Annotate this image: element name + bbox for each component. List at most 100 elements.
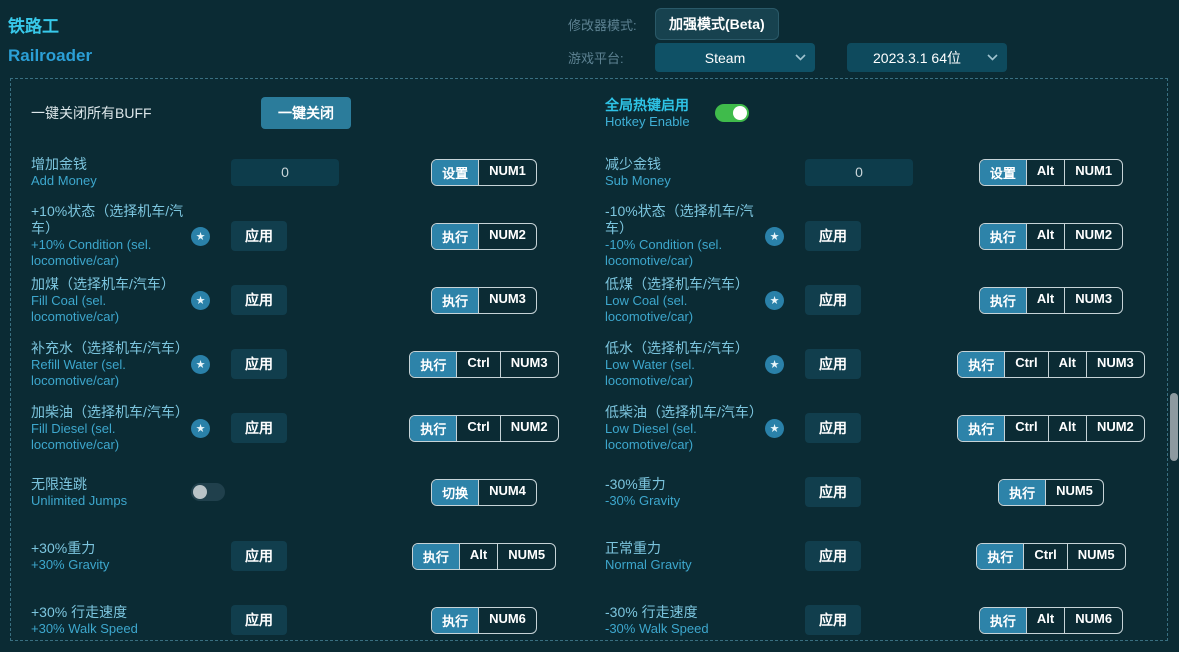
hotkey-key: NUM3 (500, 352, 558, 377)
cheat-grid-row: +30%重力+30% Gravity 应用 执行AltNUM5 正常重力Norm… (11, 524, 1167, 588)
hotkey-badge[interactable]: 执行CtrlNUM2 (409, 415, 558, 442)
cheat-toggle[interactable] (191, 483, 225, 501)
apply-button[interactable]: 应用 (231, 285, 287, 315)
favorite-star-icon[interactable]: ★ (765, 291, 784, 310)
hotkey-key: NUM2 (500, 416, 558, 441)
hotkey-action: 执行 (977, 544, 1023, 569)
hotkey-key: NUM6 (1064, 608, 1122, 633)
hotkey-key: Alt (1026, 608, 1064, 633)
hotkey-badge[interactable]: 执行AltNUM6 (979, 607, 1123, 634)
apply-button[interactable]: 应用 (805, 413, 861, 443)
cheat-row-fill-coal: 加煤（选择机车/汽车）Fill Coal (sel. locomotive/ca… (11, 268, 589, 332)
hotkey-badge[interactable]: 执行CtrlNUM3 (409, 351, 558, 378)
apply-button[interactable]: 应用 (231, 413, 287, 443)
platform-value: Steam (655, 50, 795, 66)
hotkey-badge[interactable]: 执行NUM5 (998, 479, 1104, 506)
hotkey-action: 执行 (980, 288, 1026, 313)
cheat-label-cn: 补充水（选择机车/汽车） (31, 340, 191, 357)
hotkey-action: 执行 (410, 416, 456, 441)
hotkey-key: NUM1 (1064, 160, 1122, 185)
hotkey-badge[interactable]: 执行AltNUM5 (412, 543, 556, 570)
cheat-label-cn: 低水（选择机车/汽车） (605, 340, 765, 357)
apply-button[interactable]: 应用 (805, 349, 861, 379)
hotkey-badge[interactable]: 执行AltNUM3 (979, 287, 1123, 314)
money-input[interactable] (805, 159, 913, 186)
cheat-label-cn: 无限连跳 (31, 476, 191, 493)
cheat-label-en: Normal Gravity (605, 557, 765, 573)
apply-button[interactable]: 应用 (805, 541, 861, 571)
cheat-label-en: -30% Walk Speed (605, 621, 765, 637)
hotkey-action: 执行 (980, 608, 1026, 633)
enhanced-mode-button[interactable]: 加强模式(Beta) (655, 8, 779, 40)
hotkey-badge[interactable]: 执行AltNUM2 (979, 223, 1123, 250)
cheat-row-gravity-down: -30%重力-30% Gravity 应用 执行NUM5 (589, 460, 1167, 524)
hotkey-key: Alt (1026, 224, 1064, 249)
hotkey-key: NUM2 (478, 224, 536, 249)
hotkey-badge[interactable]: 执行CtrlNUM5 (976, 543, 1125, 570)
cheat-row-refill-water: 补充水（选择机车/汽车）Refill Water (sel. locomotiv… (11, 332, 589, 396)
favorite-star-icon[interactable]: ★ (191, 227, 210, 246)
apply-button[interactable]: 应用 (805, 477, 861, 507)
cheat-row-condition-down: -10%状态（选择机车/汽车）-10% Condition (sel. loco… (589, 204, 1167, 268)
close-all-buff-button[interactable]: 一键关闭 (261, 97, 351, 129)
apply-button[interactable]: 应用 (805, 605, 861, 635)
hotkey-key: Alt (1026, 288, 1064, 313)
buff-close-all: 一键关闭所有BUFF 一键关闭 (11, 93, 589, 133)
scrollbar-thumb[interactable] (1170, 393, 1178, 461)
hotkey-action: 执行 (413, 544, 459, 569)
hotkey-badge[interactable]: 执行CtrlAltNUM3 (957, 351, 1145, 378)
hotkey-key: Ctrl (1004, 416, 1047, 441)
apply-button[interactable]: 应用 (231, 221, 287, 251)
cheat-grid-row: +10%状态（选择机车/汽车）+10% Condition (sel. loco… (11, 204, 1167, 268)
hotkey-badge[interactable]: 切换NUM4 (431, 479, 537, 506)
hotkey-badge[interactable]: 执行NUM6 (431, 607, 537, 634)
cheat-label-en: Fill Coal (sel. locomotive/car) (31, 293, 191, 325)
favorite-star-icon[interactable]: ★ (191, 355, 210, 374)
favorite-star-icon[interactable]: ★ (765, 419, 784, 438)
cheat-grid-row: 加柴油（选择机车/汽车）Fill Diesel (sel. locomotive… (11, 396, 1167, 460)
hotkey-action: 设置 (432, 160, 478, 185)
favorite-star-icon[interactable]: ★ (765, 227, 784, 246)
hotkey-badge[interactable]: 执行NUM3 (431, 287, 537, 314)
version-select[interactable]: 2023.3.1 64位 (847, 43, 1007, 72)
cheat-label-en: Low Diesel (sel. locomotive/car) (605, 421, 765, 453)
trainer-mode-row: 修改器模式: 加强模式(Beta) (568, 8, 779, 40)
cheat-row-gravity-up: +30%重力+30% Gravity 应用 执行AltNUM5 (11, 524, 589, 588)
apply-button[interactable]: 应用 (231, 349, 287, 379)
money-input[interactable] (231, 159, 339, 186)
hotkey-key: Alt (1048, 352, 1086, 377)
apply-button[interactable]: 应用 (805, 285, 861, 315)
cheat-row-condition-up: +10%状态（选择机车/汽车）+10% Condition (sel. loco… (11, 204, 589, 268)
hotkey-enable-toggle[interactable] (715, 104, 749, 122)
cheat-label-en: +30% Walk Speed (31, 621, 191, 637)
cheat-row-low-water: 低水（选择机车/汽车）Low Water (sel. locomotive/ca… (589, 332, 1167, 396)
hotkey-key: NUM5 (1045, 480, 1103, 505)
cheat-grid-row: 增加金钱Add Money 设置NUM1 减少金钱Sub Money 设置Alt… (11, 140, 1167, 204)
hotkey-key: NUM5 (1067, 544, 1125, 569)
cheat-row-low-diesel: 低柴油（选择机车/汽车）Low Diesel (sel. locomotive/… (589, 396, 1167, 460)
favorite-star-icon[interactable]: ★ (191, 419, 210, 438)
hotkey-key: Ctrl (456, 352, 499, 377)
platform-select[interactable]: Steam (655, 43, 815, 72)
hotkey-action: 执行 (958, 416, 1004, 441)
hotkey-key: Ctrl (1004, 352, 1047, 377)
hotkey-action: 执行 (410, 352, 456, 377)
game-title-cn: 铁路工 (8, 12, 59, 37)
favorite-star-icon[interactable]: ★ (765, 355, 784, 374)
favorite-star-icon[interactable]: ★ (191, 291, 210, 310)
cheat-label-cn: +10%状态（选择机车/汽车） (31, 203, 191, 237)
hotkey-key: NUM3 (1086, 352, 1144, 377)
hotkey-badge[interactable]: 执行NUM2 (431, 223, 537, 250)
hotkey-badge[interactable]: 设置NUM1 (431, 159, 537, 186)
version-value: 2023.3.1 64位 (847, 48, 987, 68)
apply-button[interactable]: 应用 (805, 221, 861, 251)
cheat-label-en: Low Coal (sel. locomotive/car) (605, 293, 765, 325)
hotkey-key: NUM2 (1064, 224, 1122, 249)
apply-button[interactable]: 应用 (231, 541, 287, 571)
cheat-label-cn: 加柴油（选择机车/汽车） (31, 404, 191, 421)
apply-button[interactable]: 应用 (231, 605, 287, 635)
hotkey-badge[interactable]: 执行CtrlAltNUM2 (957, 415, 1145, 442)
hotkey-badge[interactable]: 设置AltNUM1 (979, 159, 1123, 186)
cheat-row-walk-speed-down: -30% 行走速度-30% Walk Speed 应用 执行AltNUM6 (589, 588, 1167, 652)
cheat-label-cn: +30% 行走速度 (31, 604, 191, 621)
